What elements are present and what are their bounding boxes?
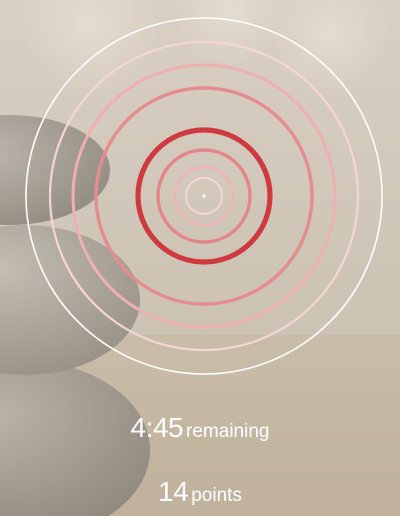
points-suffix: points [191,485,242,506]
target-center-dot [202,194,206,198]
points-display: 14 points [0,476,400,508]
timer-display: 4:45 remaining [0,412,400,444]
meditation-screen: 4:45 remaining 14 points [0,0,400,516]
timer-suffix: remaining [186,421,270,442]
points-value: 14 [158,476,189,507]
timer-value: 4:45 [130,412,184,443]
